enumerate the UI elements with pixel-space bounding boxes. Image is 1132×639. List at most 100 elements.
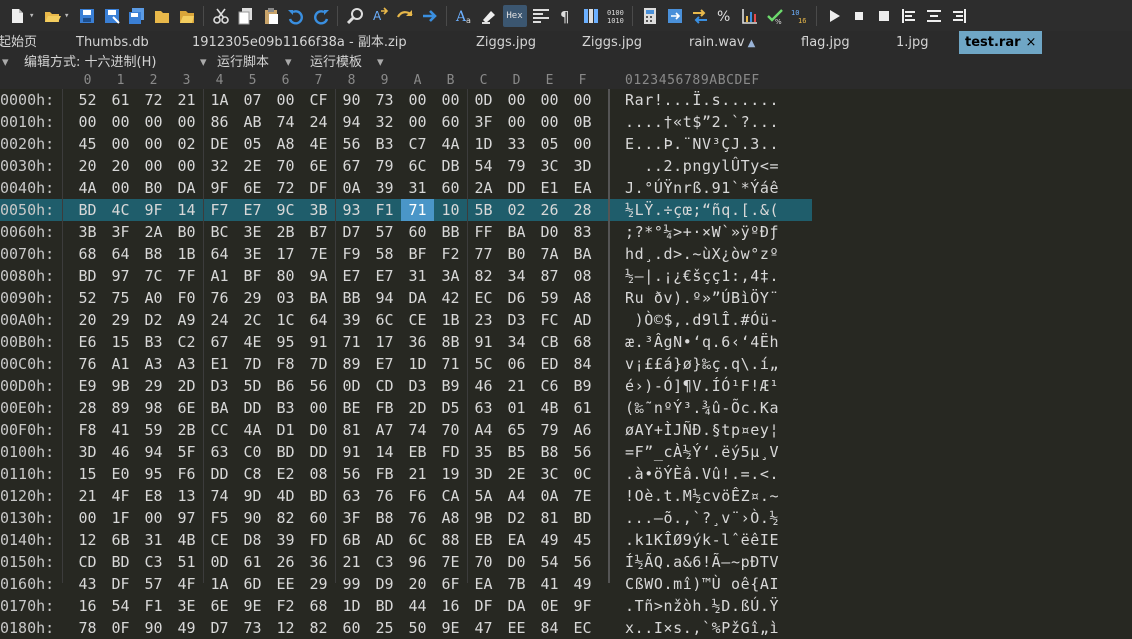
hex-byte[interactable]: 9E [434,617,467,639]
hex-byte[interactable]: E7 [368,265,401,287]
ascii-text[interactable]: E...Þ.¨NV³ÇJ.3.. [625,133,779,155]
close-tab-icon[interactable]: × [1026,35,1037,50]
toolbar-dropdown-arrow-icon[interactable]: ▾ [29,5,37,27]
cut-button[interactable] [210,5,232,27]
hex-byte[interactable]: B5 [500,441,533,463]
hex-byte[interactable]: 24 [203,309,236,331]
hex-byte[interactable]: 00 [269,89,302,111]
hex-byte[interactable]: 2B [269,221,302,243]
highlight-button[interactable] [478,5,500,27]
base-convert-button[interactable]: 10 16 [789,5,811,27]
hex-byte[interactable]: 36 [302,551,335,573]
hex-byte[interactable]: D8 [236,529,269,551]
hex-byte[interactable]: 28 [71,397,104,419]
save-all-button[interactable] [126,5,148,27]
hex-byte[interactable]: A8 [566,287,599,309]
hex-byte[interactable]: B9 [566,375,599,397]
hex-byte[interactable]: 05 [236,133,269,155]
hex-byte[interactable]: 94 [368,287,401,309]
hex-byte[interactable]: 16 [434,595,467,617]
hex-row[interactable]: 0180h: 78 0F 90 49 D7 73 12 82 60 25 50 9E 47 EE 84 EC x.… [0,617,1132,639]
hex-byte[interactable]: 2D [401,397,434,419]
hex-byte[interactable]: CC [203,419,236,441]
hex-byte[interactable]: A1 [203,265,236,287]
hex-byte[interactable]: 3D [467,463,500,485]
hex-byte[interactable]: 6B [335,529,368,551]
binary-button[interactable]: 0100 1010 [605,5,627,27]
hex-grid[interactable]: 0000h: 52 61 72 21 1A 07 00 CF 90 73 00 00 0D 00 00 00 Ra… [0,89,1132,637]
hex-byte[interactable]: 3F [104,221,137,243]
hex-byte[interactable]: 88 [434,529,467,551]
hex-byte[interactable]: 8B [434,331,467,353]
hex-byte[interactable]: 95 [137,463,170,485]
hex-byte[interactable]: 20 [401,573,434,595]
tab-file[interactable]: flag.jpg [801,31,850,54]
hex-byte[interactable]: DA [500,595,533,617]
hex-byte[interactable]: 1A [203,573,236,595]
hex-byte[interactable]: D5 [434,397,467,419]
hex-byte[interactable]: 14 [368,441,401,463]
hex-byte[interactable]: FB [368,397,401,419]
hex-byte[interactable]: A6 [566,419,599,441]
toolbar-dropdown-arrow-icon[interactable]: ▾ [64,5,72,27]
find-next-button[interactable] [394,5,416,27]
hex-row[interactable]: 0090h: 52 75 A0 F0 76 29 03 BA BB 94 DA 42 EC D6 59 A8 Ru… [0,287,1132,309]
ascii-text[interactable]: !Oè.t.M½cvöÊZ¤.~ [625,485,779,507]
hex-byte[interactable]: 60 [434,111,467,133]
hex-byte[interactable]: 10 [434,199,467,221]
hex-byte[interactable]: E1 [533,177,566,199]
hex-row[interactable]: 00C0h: 76 A1 A3 A3 E1 7D F8 7D 89 E7 1D 71 5C 06 ED 84 v¡… [0,353,1132,375]
hex-byte[interactable]: 23 [467,309,500,331]
hex-byte[interactable]: 3C [533,155,566,177]
hex-byte[interactable]: BF [401,243,434,265]
hex-byte[interactable]: BA [566,243,599,265]
hex-byte[interactable]: 2A [137,221,170,243]
hex-byte[interactable]: DE [203,133,236,155]
hex-byte[interactable]: BD [566,507,599,529]
hex-byte[interactable]: 36 [401,331,434,353]
hex-byte[interactable]: 95 [269,331,302,353]
hex-byte[interactable]: 5C [467,353,500,375]
ascii-text[interactable]: Rar!...Ï.s...... [625,89,779,111]
hex-byte[interactable]: E6 [71,331,104,353]
hex-byte[interactable]: F5 [203,507,236,529]
hex-byte[interactable]: D2 [500,507,533,529]
hex-byte[interactable]: 56 [335,133,368,155]
hex-byte[interactable]: B3 [269,397,302,419]
hex-byte[interactable]: F1 [137,595,170,617]
ascii-text[interactable]: ½—|.¡¿€šçç1:‚4‡. [625,265,779,287]
hex-byte[interactable]: 1C [269,309,302,331]
hex-byte[interactable]: 31 [401,177,434,199]
expand-icon[interactable]: ▾ [2,54,9,72]
hex-byte[interactable]: C6 [533,375,566,397]
hex-byte[interactable]: 01 [500,397,533,419]
hex-byte[interactable]: 71 [434,353,467,375]
font-button[interactable]: Aa [453,5,475,27]
hex-byte[interactable]: E0 [104,463,137,485]
hex-byte[interactable]: BD [368,595,401,617]
hex-byte[interactable]: F8 [269,353,302,375]
hex-byte[interactable]: C7 [401,133,434,155]
hex-byte[interactable]: 67 [335,155,368,177]
save-button[interactable] [76,5,98,27]
tab-file[interactable]: rain.wav ▲ [689,31,755,54]
hex-byte[interactable]: 76 [368,485,401,507]
hex-byte[interactable]: 15 [71,463,104,485]
ascii-text[interactable]: J.°ÚŸnrß.91`*Ýáê [625,177,779,199]
run-template-dropdown-icon[interactable]: ▾ [377,54,384,72]
hex-byte[interactable]: 76 [71,353,104,375]
ascii-text[interactable]: =F”_cÀ½Ý‘.ëý5µ¸V [625,441,779,463]
hex-byte[interactable]: 00 [71,111,104,133]
tab-file[interactable]: Ziggs.jpg [582,31,642,54]
hex-byte[interactable]: 00 [302,397,335,419]
hex-byte[interactable]: 98 [137,397,170,419]
hex-byte[interactable]: EE [500,617,533,639]
hex-byte[interactable]: 39 [335,309,368,331]
hex-byte[interactable]: 21 [170,89,203,111]
hex-byte[interactable]: B8 [368,507,401,529]
hex-byte[interactable]: 64 [302,309,335,331]
hex-byte[interactable]: D0 [500,551,533,573]
hex-byte[interactable]: 17 [368,331,401,353]
hex-byte[interactable]: 0F [104,617,137,639]
hex-byte[interactable]: F9 [335,243,368,265]
